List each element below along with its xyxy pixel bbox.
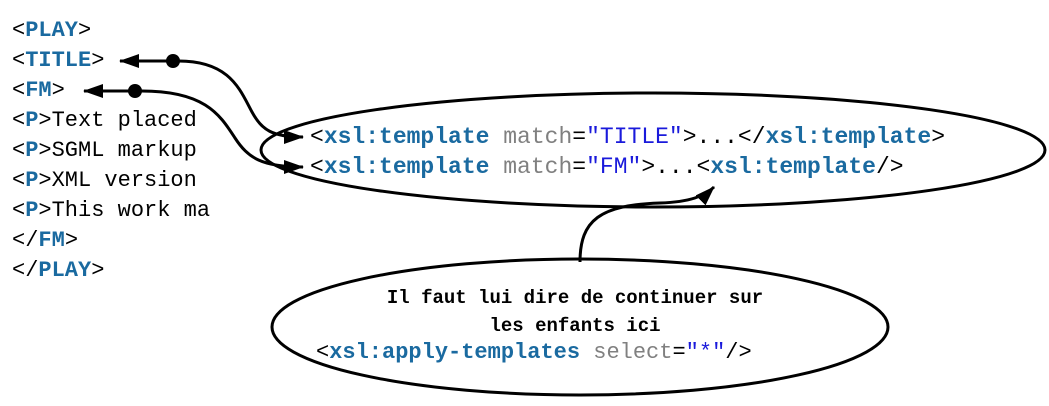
xml-line: <P>SGML markup xyxy=(12,138,197,163)
note-line-2: les enfants ici xyxy=(489,315,661,337)
note-line-1: Il faut lui dire de continuer sur xyxy=(386,287,764,309)
fm-connector-dot xyxy=(128,84,142,98)
xml-line: <P>XML version xyxy=(12,168,197,193)
xml-line: <PLAY> xyxy=(12,18,92,43)
xml-line: <P>Text placed xyxy=(12,108,197,133)
note-arrow xyxy=(578,185,716,263)
xml-line: <TITLE> xyxy=(12,48,105,73)
title-connector-dot xyxy=(166,54,180,68)
xml-line: </PLAY> xyxy=(12,258,105,283)
apply-templates-code: <xsl:apply-templates select="*"/> xyxy=(316,340,752,365)
fm-template-code: <xsl:template match="FM">...<xsl:templat… xyxy=(310,154,904,180)
xml-line: <FM> xyxy=(12,78,65,103)
xml-line: </FM> xyxy=(12,228,79,253)
xml-line: <P>This work ma xyxy=(12,198,211,223)
title-template-code: <xsl:template match="TITLE">...</xsl:tem… xyxy=(310,124,945,150)
